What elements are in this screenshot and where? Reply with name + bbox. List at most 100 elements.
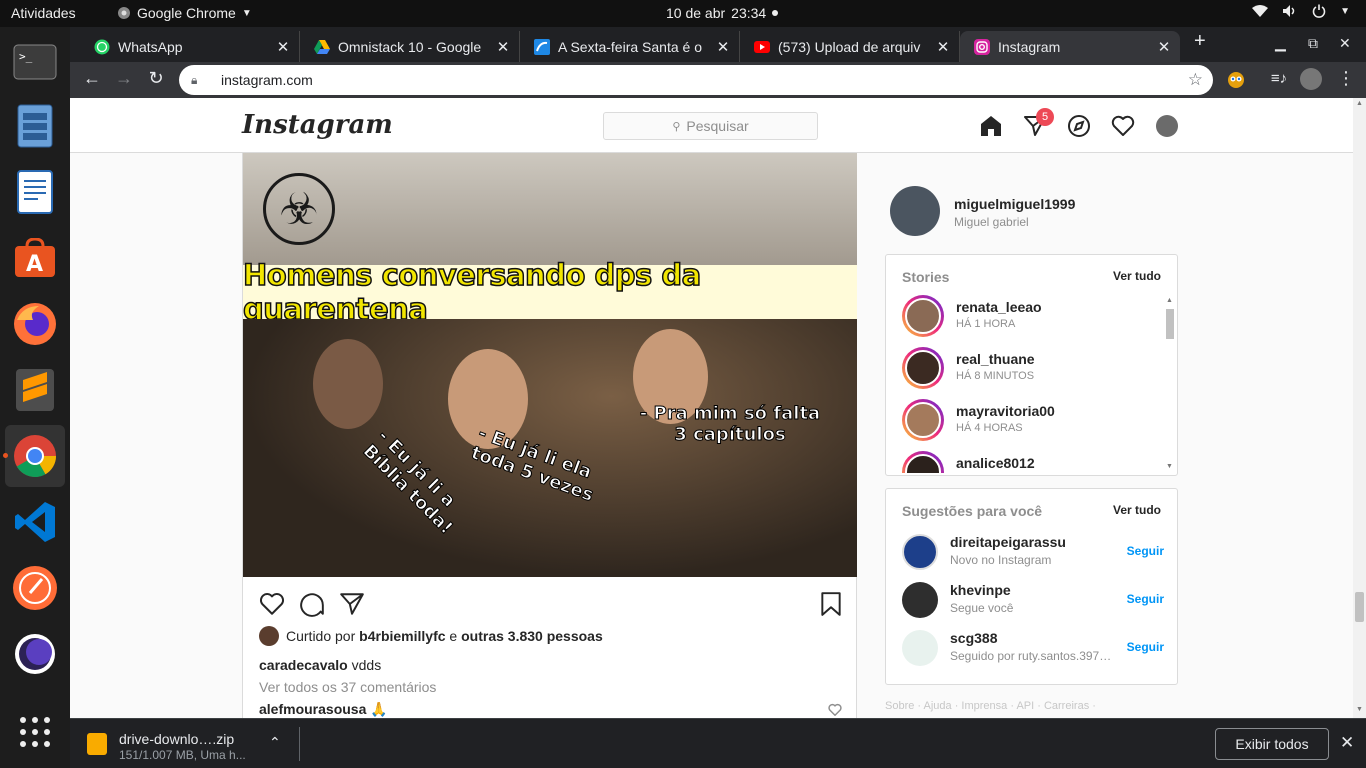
explore-icon[interactable] [1067,114,1091,138]
tab-whatsapp[interactable]: WhatsApp ✕ [80,31,300,62]
show-all-downloads-button[interactable]: Exibir todos [1215,728,1329,760]
extension-icon[interactable] [1224,71,1248,89]
page-scroll-thumb[interactable] [1355,592,1364,622]
instagram-icon [974,38,990,55]
post-image[interactable]: ☣ Homens conversando dps da quarentena -… [243,153,857,577]
suggestions-see-all-link[interactable]: Ver tudo [1113,503,1161,517]
running-indicator [3,453,8,458]
stories-see-all-link[interactable]: Ver tudo [1113,269,1161,283]
liked-user-link[interactable]: b4rbiemillyfc [359,628,445,644]
minimize-icon[interactable]: ▁ [1275,35,1286,52]
tab-youtube[interactable]: (573) Upload de arquiv ✕ [740,31,960,62]
liked-prefix: Curtido por [286,628,356,644]
profile-avatar-icon[interactable] [1300,68,1322,90]
suggestion-username[interactable]: direitapeigarassu [950,534,1066,550]
footer-links[interactable]: Sobre · Ajuda · Imprensa · API · Carreir… [885,700,1096,712]
suggestion-avatar[interactable] [902,630,938,666]
bookmark-star-icon[interactable]: ☆ [1188,70,1203,90]
follow-button[interactable]: Seguir [1127,544,1164,558]
person-1 [313,339,383,429]
dock-terminal[interactable]: >_ [10,37,60,87]
dock-files[interactable] [10,101,60,151]
lock-icon[interactable]: 🔒︎ [191,73,213,88]
scroll-down-icon[interactable]: ▼ [1166,463,1173,470]
story-time: HÁ 8 MINUTOS [956,370,1035,382]
comment-user-link[interactable]: alefmourasousa [259,701,366,717]
profile-username[interactable]: miguelmiguel1999 [954,196,1075,212]
close-tab-icon[interactable]: ✕ [1154,38,1174,56]
close-tab-icon[interactable]: ✕ [933,38,953,56]
dock-app-grid[interactable] [10,707,60,757]
tab-instagram[interactable]: Instagram ✕ [960,31,1180,62]
download-filename[interactable]: drive-downlo….zip [119,731,234,747]
tab-sexta-feira[interactable]: A Sexta-feira Santa é o ✕ [520,31,740,62]
app-grid-icon [20,717,50,747]
media-control-icon[interactable]: ≡♪ [1267,70,1291,87]
dock-chrome[interactable] [3,425,65,487]
firefox-icon [14,303,56,345]
dock-sublime[interactable] [10,365,60,415]
dock-firefox[interactable] [10,299,60,349]
address-bar[interactable]: 🔒︎ instagram.com ☆ [179,65,1213,95]
like-heart-icon[interactable] [259,591,285,617]
activities-button[interactable]: Atividades [11,5,76,21]
liker-avatar[interactable] [259,626,279,646]
dock-vscode[interactable] [10,497,60,547]
scroll-up-icon[interactable]: ▲ [1356,100,1363,107]
caret-down-icon: ▼ [241,7,252,19]
suggestion-item: khevinpe Segue você Seguir [902,582,1164,622]
stories-scroll-thumb[interactable] [1166,309,1174,339]
home-icon[interactable] [979,114,1003,138]
chrome-icon [14,435,57,478]
instagram-logo[interactable]: Instagram [242,110,393,140]
profile-avatar[interactable] [1156,115,1178,137]
profile-avatar-large[interactable] [890,186,940,236]
close-tab-icon[interactable]: ✕ [493,38,513,56]
close-download-bar-icon[interactable]: ✕ [1340,733,1354,753]
dock-writer[interactable] [10,167,60,217]
search-input[interactable]: ⚲ Pesquisar [603,112,818,140]
whatsapp-icon [94,39,110,54]
app-menu[interactable]: Google Chrome ▼ [117,5,252,21]
save-bookmark-icon[interactable] [818,591,844,617]
follow-button[interactable]: Seguir [1127,592,1164,606]
caption-user-link[interactable]: caradecavalo [259,657,348,673]
suggestion-avatar[interactable] [902,582,938,618]
comment-like-heart-icon[interactable] [828,703,842,717]
post-image-main-scene: - Eu já li a Bíblia toda! - Eu já li ela… [243,319,857,577]
follow-button[interactable]: Seguir [1127,640,1164,654]
dock-software[interactable]: A [10,233,60,283]
stories-scrollbar[interactable]: ▲ ▼ [1164,297,1176,474]
page-scrollbar[interactable]: ▲ ▼ [1353,98,1366,718]
suggestion-avatar[interactable] [902,534,938,570]
image-caption-3: - Pra mim só falta 3 capítulos [639,403,821,446]
share-icon[interactable] [339,591,365,617]
back-icon[interactable]: ← [80,68,104,89]
close-tab-icon[interactable]: ✕ [273,38,293,56]
forward-icon[interactable]: → [112,68,136,89]
dock: >_ A [0,27,70,768]
liked-others-link[interactable]: outras 3.830 pessoas [461,628,603,644]
maximize-icon[interactable]: ⧉ [1308,35,1318,52]
scroll-down-icon[interactable]: ▼ [1356,706,1363,713]
comment-icon[interactable] [299,591,325,617]
chrome-menu-icon[interactable]: ⋮ [1334,68,1358,89]
wifi-icon [1252,5,1269,17]
close-window-icon[interactable]: ✕ [1339,35,1351,52]
reload-icon[interactable]: ↻ [144,68,168,89]
scroll-up-icon[interactable]: ▲ [1166,297,1173,304]
suggestion-username[interactable]: scg388 [950,630,997,646]
caption-text: vdds [351,657,382,673]
dock-eclipse[interactable] [10,629,60,679]
activity-heart-icon[interactable] [1111,114,1135,138]
view-all-comments-link[interactable]: Ver todos os 37 comentários [259,679,436,695]
system-tray[interactable]: ▼ [1252,4,1350,18]
close-tab-icon[interactable]: ✕ [713,38,733,56]
tab-omnistack[interactable]: Omnistack 10 - Google ✕ [300,31,520,62]
dock-postman[interactable] [10,563,60,613]
feed-post: ☣ Homens conversando dps da quarentena -… [242,153,857,718]
suggestion-username[interactable]: khevinpe [950,582,1011,598]
clock[interactable]: 10 de abr 23:34 [666,5,779,21]
new-tab-icon[interactable]: + [1194,30,1206,53]
chevron-up-icon[interactable]: ⌃ [269,734,281,751]
